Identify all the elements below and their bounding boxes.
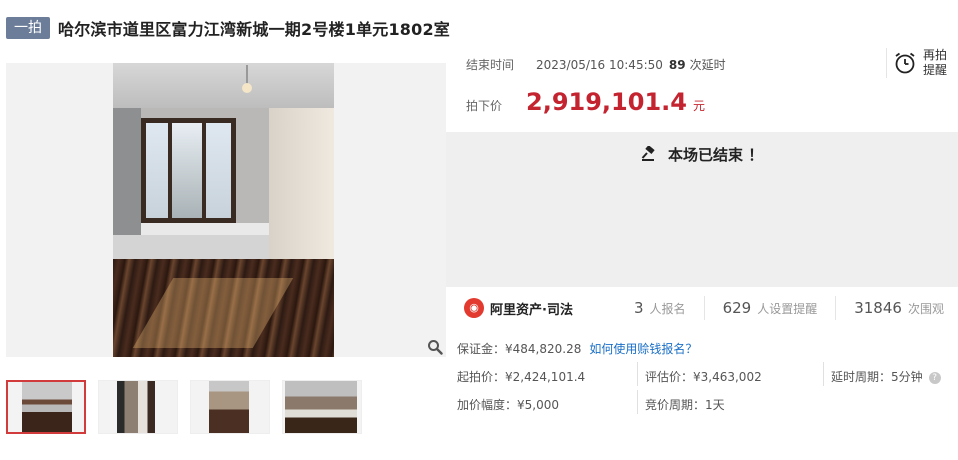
credit-signup-link[interactable]: 如何使用赊钱报名？: [589, 340, 697, 357]
signups-count: 3: [634, 299, 644, 317]
end-time-value: 2023/05/16 10:45:50: [536, 58, 663, 72]
views-stat: 31846 次围观: [854, 299, 944, 317]
delay-period-text: 延时周期：5分钟: [831, 370, 923, 384]
brand: ◉ 阿里资产·司法: [464, 298, 634, 318]
deposit-value: 保证金：¥484,820.28: [457, 342, 582, 356]
bid-increment: 加价幅度：¥5,000: [457, 398, 559, 412]
title-bar: 一拍 哈尔滨市道里区富力江湾新城一期2号楼1单元1802室: [6, 14, 450, 42]
remind-label: 再拍提醒: [923, 48, 948, 77]
ali-asset-logo-icon: ◉: [464, 298, 484, 318]
signups-stat: 3 人报名: [634, 299, 686, 317]
alarm-clock-icon: [895, 52, 915, 74]
stats-bar: ◉ 阿里资产·司法 3 人报名 629 人设置提醒 31846 次围观: [446, 289, 958, 327]
deposit-row: 保证金：¥484,820.28 如何使用赊钱报名？: [457, 340, 697, 357]
reminders-count: 629: [722, 299, 752, 317]
delay-unit: 次延时: [689, 58, 726, 72]
end-time-row: 结束时间 2023/05/16 10:45:50 89 次延时: [466, 56, 726, 73]
end-time-label: 结束时间: [466, 58, 515, 72]
final-price: 2,919,101.4: [526, 88, 687, 116]
thumbnail-1[interactable]: [6, 380, 86, 434]
remind-button[interactable]: 再拍提醒: [886, 48, 951, 78]
views-count: 31846: [854, 299, 902, 317]
zoom-icon[interactable]: [427, 339, 443, 355]
delay-count: 89: [668, 58, 686, 72]
price-label: 拍下价: [466, 99, 503, 113]
gavel-icon: [641, 145, 655, 161]
thumbnail-2[interactable]: [98, 380, 178, 434]
bid-period: 竞价周期：1天: [645, 398, 725, 412]
brand-name: 阿里资产·司法: [490, 302, 573, 318]
round-badge: 一拍: [6, 17, 50, 39]
room-image: [113, 63, 334, 357]
eval-price: 评估价：¥3,463,002: [645, 370, 762, 384]
status-text-wrap: 本场已结束 ！: [446, 144, 958, 165]
property-title: 哈尔滨市道里区富力江湾新城一期2号楼1单元1802室: [58, 20, 450, 39]
start-price: 起拍价：¥2,424,101.4: [457, 370, 586, 384]
price-unit: 元: [692, 99, 705, 113]
thumbnail-4[interactable]: [282, 380, 362, 434]
reminders-label: 人设置提醒: [757, 302, 818, 316]
delay-period: 延时周期：5分钟?: [831, 368, 941, 385]
views-label: 次围观: [907, 302, 944, 316]
status-panel: 本场已结束 ！: [446, 132, 958, 287]
thumbnail-strip: [6, 380, 362, 434]
main-photo[interactable]: [6, 63, 446, 357]
thumbnail-3[interactable]: [190, 380, 270, 434]
price-row: 拍下价 2,919,101.4 元: [466, 88, 705, 116]
signups-label: 人报名: [649, 302, 686, 316]
auction-status: 本场已结束 ！: [668, 146, 764, 164]
help-icon[interactable]: ?: [928, 371, 941, 384]
auction-info: 结束时间 2023/05/16 10:45:50 89 次延时 拍下价 2,91…: [446, 44, 958, 132]
reminders-stat: 629 人设置提醒: [723, 299, 818, 317]
